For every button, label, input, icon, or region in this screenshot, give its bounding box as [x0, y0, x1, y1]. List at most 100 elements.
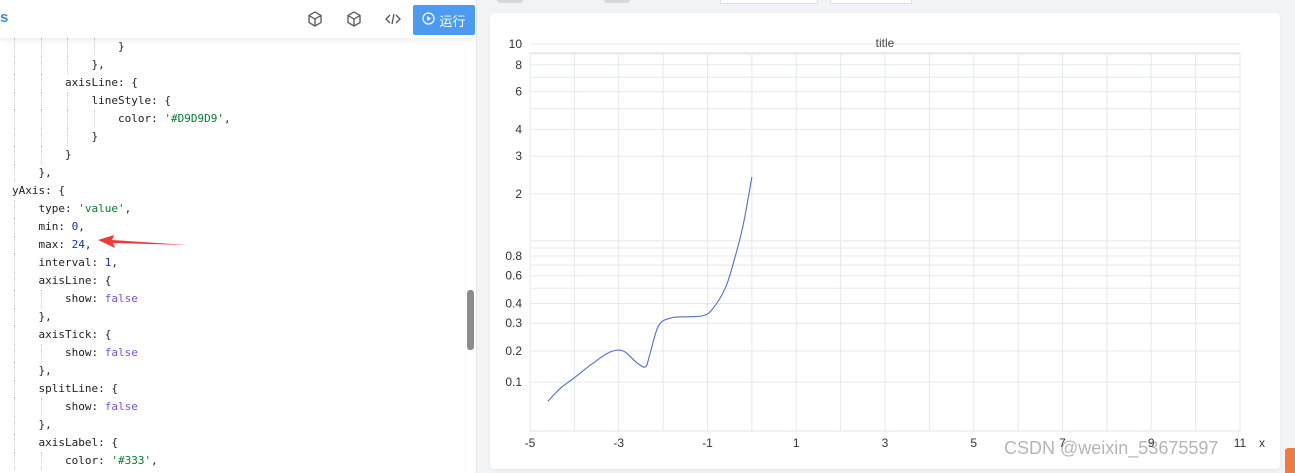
- top-control-4[interactable]: [830, 0, 912, 4]
- code-token: '#D9D9D9': [164, 112, 224, 125]
- top-control-2[interactable]: [604, 0, 630, 3]
- indent-guide: [40, 56, 42, 74]
- indent-guide: [14, 362, 15, 380]
- code-token: 'value': [78, 202, 125, 215]
- code-line: },: [0, 362, 460, 380]
- code-line: yAxis: {: [0, 182, 460, 200]
- code-token: },: [38, 418, 52, 431]
- code-text: color: '#D9D9D9',: [118, 110, 231, 128]
- indent-guide: [14, 164, 15, 182]
- code-text: type: 'value',: [39, 200, 132, 218]
- code-line: axisLine: {: [0, 74, 460, 92]
- brand-fragment: s: [0, 9, 9, 26]
- code-token: false: [104, 400, 138, 413]
- code-token: },: [91, 58, 105, 71]
- code-text: splitLine: {: [39, 380, 118, 398]
- code-line: show: false: [0, 290, 460, 308]
- indent-guide: [14, 434, 15, 452]
- side-tab[interactable]: [1285, 448, 1295, 473]
- y-tick-label: 6: [515, 85, 522, 99]
- chart: title0.10.20.30.40.60.82346810-5 -3 -1 1 3 5 7…: [505, 36, 1265, 450]
- code-token: }: [118, 40, 125, 53]
- x-tick-label: -3: [613, 436, 624, 450]
- code-text: interval: 1,: [39, 254, 118, 272]
- indent-guide: [14, 146, 15, 164]
- code-line: },: [0, 56, 460, 74]
- code-token: }: [65, 148, 72, 161]
- code-line: lineStyle: {: [0, 92, 460, 110]
- run-button[interactable]: 运行: [413, 5, 475, 35]
- indent-guide: [14, 218, 15, 236]
- code-text: },: [39, 164, 52, 182]
- red-arrow-annotation: [98, 235, 188, 248]
- x-tick-label: 5: [970, 436, 977, 450]
- top-control-3[interactable]: [720, 0, 818, 4]
- indent-guide: [93, 38, 95, 56]
- code-token: show:: [65, 346, 105, 359]
- code-line: splitLine: {: [0, 380, 460, 398]
- indent-guide: [14, 74, 15, 92]
- indent-guide: [14, 290, 15, 308]
- y-tick-label: 0.1: [505, 375, 522, 389]
- indent-guide: [67, 92, 68, 110]
- indent-guide: [40, 344, 42, 362]
- code-token: },: [38, 310, 52, 323]
- x-tick-label: 3: [882, 436, 889, 450]
- top-control-1[interactable]: [497, 0, 523, 3]
- play-circle-icon: [422, 12, 436, 28]
- code-token: yAxis: {: [12, 184, 65, 197]
- code-token: },: [38, 364, 52, 377]
- indent-guide: [14, 308, 15, 326]
- y-tick-label: 0.3: [505, 316, 522, 330]
- code-line: axisTick: {: [0, 326, 460, 344]
- indent-guide: [14, 380, 15, 398]
- code-token: color:: [118, 112, 165, 125]
- code-token: },: [38, 166, 52, 179]
- cube-outline-icon[interactable]: [306, 10, 324, 28]
- indent-guide: [14, 344, 15, 362]
- code-text: axisTick: {: [39, 326, 112, 344]
- code-text: show: false: [65, 344, 138, 362]
- y-tick-label: 0.8: [505, 249, 522, 263]
- code-token: show:: [65, 400, 105, 413]
- code-token: axisTick: {: [38, 328, 112, 341]
- run-button-label: 运行: [439, 13, 466, 29]
- code-text: lineStyle: {: [92, 92, 171, 110]
- code-area[interactable]: }}, axisLine: {lineStyle: {color: '#D9D9D…: [0, 38, 466, 473]
- code-token: type:: [38, 202, 79, 215]
- code-text: axisLine: {: [39, 272, 112, 290]
- indent-guide: [14, 398, 15, 416]
- editor-scrollbar-thumb[interactable]: [467, 290, 474, 350]
- code-text: }: [92, 128, 99, 146]
- code-line: color: '#333',: [0, 452, 460, 470]
- code-token: 24: [71, 238, 85, 251]
- code-text: },: [92, 56, 105, 74]
- code-icon[interactable]: [384, 10, 402, 28]
- chart-card: title 0.1 0.2 0.3 0.4 0.6 0.8 2 3 4 6 8 10 -5 -3 -1 1 3 5 7…: [490, 13, 1280, 469]
- indent-guide: [40, 74, 42, 92]
- code-token: axisLine: {: [38, 274, 112, 287]
- code-token: color:: [65, 454, 112, 467]
- indent-guide: [67, 38, 68, 56]
- x-tick-label: 1: [793, 436, 800, 450]
- code-line: },: [0, 308, 460, 326]
- indent-guide: [14, 272, 15, 290]
- series-line: [547, 176, 753, 402]
- code-token: ,: [223, 112, 231, 125]
- code-line: color: '#D9D9D9',: [0, 110, 460, 128]
- code-token: max:: [38, 238, 72, 251]
- indent-guide: [67, 110, 68, 128]
- y-tick-label: 3: [515, 149, 522, 163]
- code-text: }: [65, 146, 72, 164]
- code-line: show: false: [0, 398, 460, 416]
- indent-guide: [67, 128, 68, 146]
- y-tick-label: 2: [515, 187, 522, 201]
- indent-guide: [14, 92, 15, 110]
- indent-guide: [14, 200, 15, 218]
- cube-icon[interactable]: [345, 10, 363, 28]
- y-tick-label: 8: [515, 58, 522, 72]
- code-text: yAxis: {: [12, 182, 65, 200]
- code-line: max: 24,: [0, 236, 460, 254]
- code-editor-pane: s 运行 }}, axisLine: {lineStyle: {color: '#…: [0, 0, 477, 473]
- indent-guide: [14, 236, 15, 254]
